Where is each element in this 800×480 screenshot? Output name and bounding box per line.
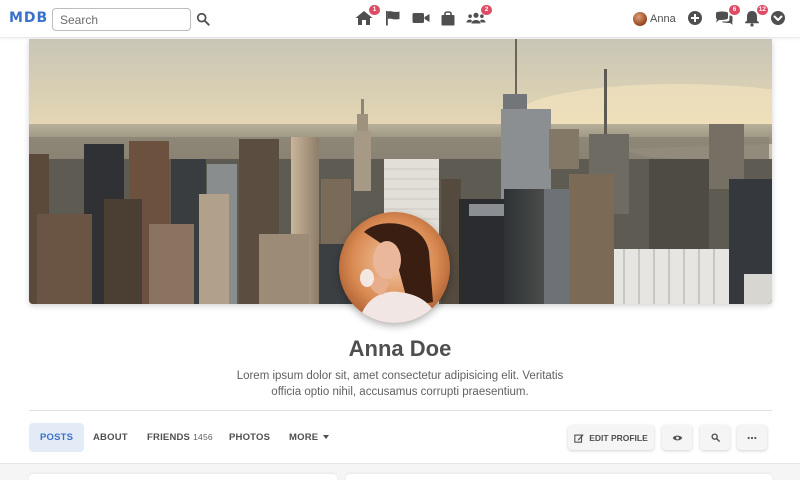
notifications-badge: 12 [756,5,768,15]
tab-label: Photos [229,432,271,443]
tab-posts[interactable]: Posts [29,423,85,452]
avatar [633,12,647,26]
tab-label: Friends [147,432,191,443]
bell-icon[interactable]: 12 [742,5,768,27]
user-name: Anna [650,13,676,25]
tab-photos[interactable]: Photos [218,423,281,452]
groups-badge: 2 [481,5,492,15]
profile-avatar[interactable] [339,212,450,323]
tab-label: About [93,432,128,443]
profile-name: Anna Doe [348,336,452,361]
home-icon[interactable]: 1 [354,5,380,27]
brand-logo[interactable]: MDB [9,10,48,26]
edit-profile-button[interactable]: Edit profile [568,425,654,450]
search-input[interactable] [52,8,191,31]
search-icon [710,433,720,442]
tab-label: Posts [40,432,74,443]
users-icon[interactable]: 2 [466,5,492,27]
video-icon[interactable] [411,9,431,27]
profile-bio: Lorem ipsum dolor sit, amet consectetur … [236,370,564,398]
tab-more[interactable]: More [278,423,340,452]
comments-icon[interactable]: 6 [714,5,740,27]
top-navbar: MDB 1 2 Anna 6 12 [0,0,800,38]
eye-icon [672,435,682,440]
search-icon[interactable] [196,12,210,26]
tab-label: More [289,432,319,443]
home-badge: 1 [369,5,380,15]
card [346,474,772,480]
flag-icon[interactable] [383,9,403,27]
more-options-button[interactable] [737,425,767,450]
tab-about[interactable]: About [82,423,139,452]
ellipsis-icon [747,436,757,439]
caret-down-icon [323,435,330,440]
plus-circle-icon[interactable] [686,9,704,27]
user-menu[interactable]: Anna [633,11,676,27]
friends-count: 1456 [193,432,213,442]
view-button[interactable] [662,425,692,450]
tab-friends[interactable]: Friends 1456 [136,423,224,452]
search-button[interactable] [700,425,730,450]
edit-profile-label: Edit profile [589,432,648,443]
shopping-bag-icon[interactable] [438,9,458,27]
messages-badge: 6 [729,5,740,15]
card [29,474,337,480]
edit-icon [574,433,584,443]
chevron-down-circle-icon[interactable] [769,9,787,27]
divider [29,410,772,411]
